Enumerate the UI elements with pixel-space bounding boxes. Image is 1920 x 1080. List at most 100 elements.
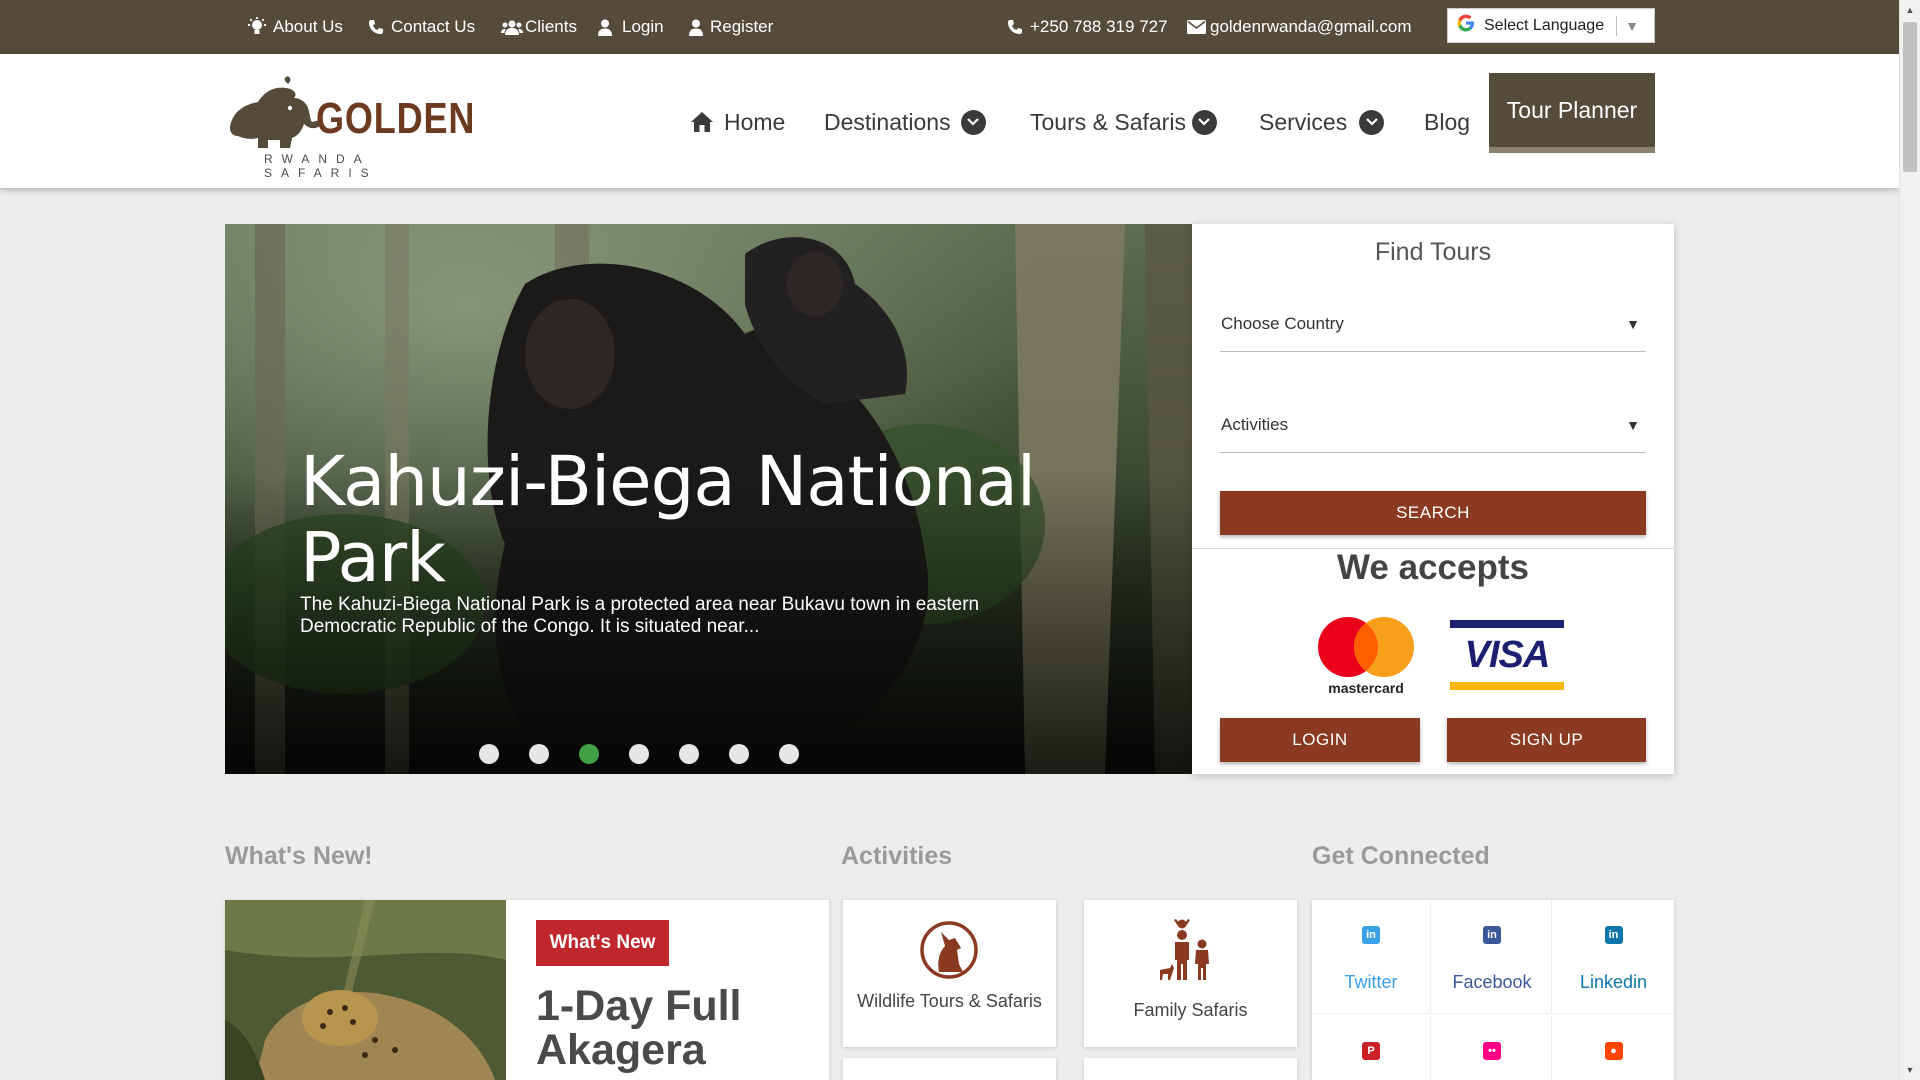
users-icon <box>501 20 523 35</box>
contact-us-link[interactable]: Contact Us <box>368 0 475 54</box>
language-selector[interactable]: Select Language ▼ <box>1447 8 1655 43</box>
contact-us-label: Contact Us <box>391 17 476 36</box>
activity-card[interactable] <box>843 1058 1056 1080</box>
country-select[interactable]: Choose Country ▼ <box>1220 296 1646 352</box>
activity-label: Family Safaris <box>1133 1000 1248 1020</box>
activities-select-value: Activities <box>1221 414 1289 434</box>
visa-logo: VISA <box>1450 620 1564 690</box>
mastercard-icon <box>1318 617 1414 677</box>
login-label: Login <box>622 17 664 36</box>
phone-icon <box>369 20 383 34</box>
get-connected-heading: Get Connected <box>1312 842 1490 870</box>
nav-services-label: Services <box>1259 108 1348 135</box>
social-flickr[interactable]: •• <box>1433 1016 1552 1080</box>
slide-dot[interactable] <box>728 744 749 764</box>
phone-icon <box>1008 20 1022 34</box>
social-label: Facebook <box>1452 972 1532 992</box>
social-linkedin[interactable]: in Linkedin <box>1554 900 1673 1014</box>
clients-link[interactable]: Clients <box>501 0 577 54</box>
dropdown-arrow-icon: ▼ <box>1626 315 1640 332</box>
nav-blog-label: Blog <box>1424 108 1471 135</box>
hero-description: The Kahuzi-Biega National Park is a prot… <box>300 594 980 637</box>
phone-number: +250 788 319 727 <box>1030 17 1168 36</box>
lightbulb-icon <box>248 17 266 34</box>
social-reddit[interactable]: ● <box>1554 1016 1673 1080</box>
activity-card[interactable] <box>1084 1058 1297 1080</box>
slide-dot[interactable] <box>678 744 699 764</box>
social-twitter[interactable]: in Twitter <box>1312 900 1431 1014</box>
user-icon <box>598 19 612 36</box>
clients-label: Clients <box>525 17 577 36</box>
social-pinterest[interactable]: P <box>1312 1016 1431 1080</box>
social-label: Linkedin <box>1579 972 1648 992</box>
slide-dot[interactable] <box>528 744 549 764</box>
slide-dot[interactable] <box>628 744 649 764</box>
visa-wordmark: VISA <box>1464 633 1551 676</box>
chevron-down-icon <box>1359 109 1385 135</box>
find-tours-panel: Find Tours Choose Country ▼ Activities ▼… <box>1192 224 1674 774</box>
wolf-icon <box>920 921 978 979</box>
home-icon <box>691 112 713 132</box>
about-us-label: About Us <box>273 17 343 36</box>
whats-new-heading: What's New! <box>225 842 373 870</box>
reddit-icon: ● <box>1604 1042 1623 1060</box>
sign-up-button[interactable]: SIGN UP <box>1447 718 1646 762</box>
slide-dot-active[interactable] <box>578 744 599 764</box>
social-label: Twitter <box>1344 972 1398 992</box>
page-scrollbar[interactable]: ▲ ▼ <box>1899 0 1920 1080</box>
we-accepts-heading: We accepts <box>1337 548 1529 587</box>
nav-blog[interactable]: Blog <box>1424 97 1470 147</box>
elephant-logo-icon <box>230 76 320 148</box>
nav-destinations-label: Destinations <box>824 108 951 135</box>
scroll-up-icon[interactable]: ▲ <box>1900 0 1920 20</box>
social-facebook[interactable]: in Facebook <box>1433 900 1552 1014</box>
site-logo[interactable]: GOLDEN RWANDA SAFARIS <box>228 72 474 180</box>
language-label: Select Language <box>1484 16 1605 34</box>
chevron-down-icon <box>1191 109 1217 135</box>
nav-tours-safaris[interactable]: Tours & Safaris <box>1030 97 1217 147</box>
activity-card-wildlife[interactable]: Wildlife Tours & Safaris <box>843 900 1056 1047</box>
slide-dot[interactable] <box>778 744 799 764</box>
news-title[interactable]: 1-Day Full Akagera <box>536 984 816 1072</box>
nav-home[interactable]: Home <box>690 97 785 147</box>
hero-title: Kahuzi-Biega National Park <box>300 442 1036 598</box>
linkedin-icon: in <box>1483 926 1501 944</box>
hero-slider: Kahuzi-Biega National Park The Kahuzi-Bi… <box>225 224 1192 774</box>
register-label: Register <box>710 17 774 36</box>
tour-planner-button[interactable]: Tour Planner <box>1489 73 1655 153</box>
envelope-icon <box>1187 20 1206 34</box>
about-us-link[interactable]: About Us <box>248 0 343 54</box>
top-bar: About Us Contact Us Clients Login Regist… <box>0 0 1899 54</box>
family-icon <box>1160 919 1209 980</box>
nav-services[interactable]: Services <box>1259 97 1385 147</box>
scroll-down-icon[interactable]: ▼ <box>1900 1060 1920 1080</box>
nav-destinations[interactable]: Destinations <box>824 97 986 147</box>
slider-dots <box>225 734 1192 774</box>
linkedin-icon: in <box>1604 926 1623 944</box>
nav-tours-label: Tours & Safaris <box>1030 108 1186 135</box>
login-button[interactable]: LOGIN <box>1220 718 1420 762</box>
login-link[interactable]: Login <box>598 0 664 54</box>
whats-new-badge: What's New <box>536 920 669 966</box>
activity-card-family[interactable]: Family Safaris <box>1084 900 1297 1047</box>
google-icon <box>1456 13 1476 39</box>
register-link[interactable]: Register <box>689 0 773 54</box>
dropdown-arrow-icon: ▼ <box>1625 17 1639 34</box>
mastercard-label: mastercard <box>1328 680 1404 696</box>
leopard-photo <box>225 900 506 1080</box>
nav-home-label: Home <box>724 108 786 135</box>
flickr-icon: •• <box>1483 1042 1501 1060</box>
email-link[interactable]: goldenrwanda@gmail.com <box>1187 0 1412 54</box>
slide-dot[interactable] <box>478 744 499 764</box>
search-button[interactable]: SEARCH <box>1220 491 1646 535</box>
scrollbar-thumb[interactable] <box>1903 22 1917 172</box>
linkedin-icon: in <box>1362 926 1380 944</box>
mastercard-logo: mastercard <box>1317 616 1415 698</box>
activity-label: Wildlife Tours & Safaris <box>857 991 1042 1011</box>
social-grid: in Twitter in Facebook in Linkedin P •• … <box>1312 900 1674 1080</box>
activities-select[interactable]: Activities ▼ <box>1220 397 1646 453</box>
email-address: goldenrwanda@gmail.com <box>1210 17 1412 36</box>
phone-number-link[interactable]: +250 788 319 727 <box>1007 0 1168 54</box>
chevron-down-icon <box>960 109 986 135</box>
logo-wordmark: GOLDEN <box>316 94 476 143</box>
